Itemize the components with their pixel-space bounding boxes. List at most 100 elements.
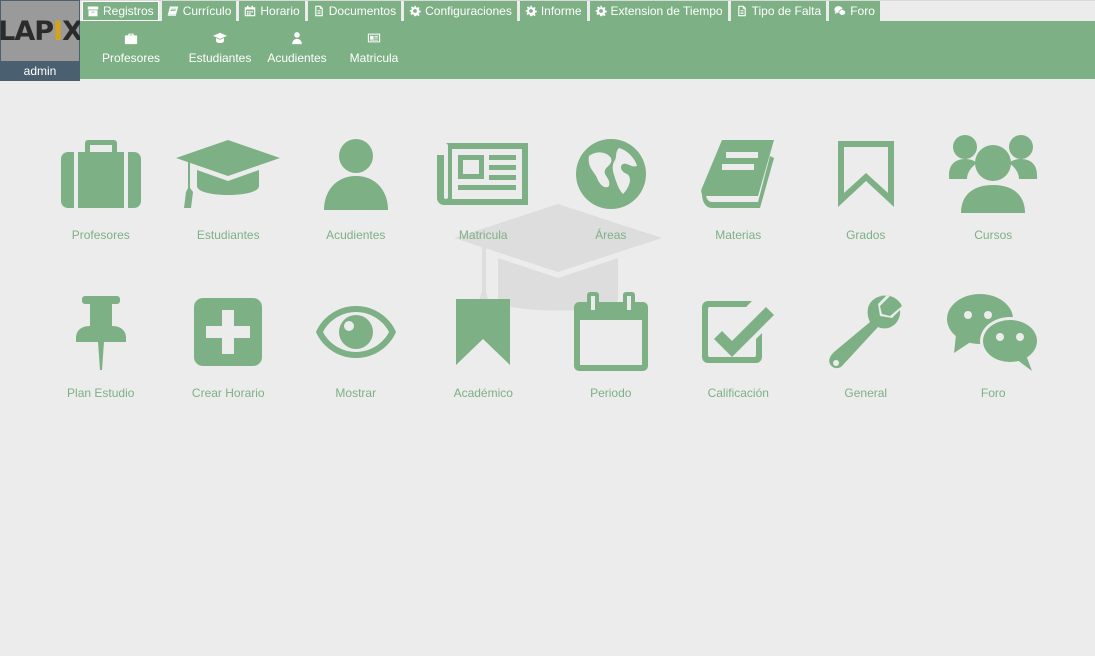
grid-row: Plan Estudio Crear Horario Mostrar Acadé… bbox=[37, 282, 1057, 440]
graduation-cap-icon bbox=[213, 32, 227, 43]
eye-icon bbox=[315, 306, 396, 358]
module-estudiantes[interactable]: Estudiantes bbox=[165, 124, 293, 282]
gear-icon bbox=[525, 5, 537, 17]
tab-horario[interactable]: Horario bbox=[239, 1, 305, 21]
gear-icon bbox=[595, 5, 607, 17]
module-label: General bbox=[844, 386, 888, 400]
newspaper-icon bbox=[367, 33, 381, 43]
calendar-icon bbox=[245, 5, 256, 17]
tab-extension-de-tiempo[interactable]: Extension de Tiempo bbox=[589, 1, 728, 21]
subnav-label: Acudientes bbox=[267, 51, 327, 65]
module-acudientes[interactable]: Acudientes bbox=[292, 124, 420, 282]
module-label: Académico bbox=[453, 386, 513, 400]
document-icon bbox=[314, 5, 323, 17]
subnav-item-acudientes[interactable]: Acudientes bbox=[267, 31, 327, 65]
icon-wrap bbox=[301, 124, 411, 224]
sub-navigation: Profesores Estudiantes Acudientes Matric… bbox=[90, 31, 422, 65]
graduation-cap-icon bbox=[176, 140, 281, 208]
module-cursos[interactable]: Cursos bbox=[930, 124, 1058, 282]
tab-documentos[interactable]: Documentos bbox=[307, 1, 402, 21]
user-icon bbox=[292, 32, 302, 45]
module-grados[interactable]: Grados bbox=[802, 124, 930, 282]
module-calificacion[interactable]: Calificación bbox=[675, 282, 803, 440]
main-tabs: Registros Currículo Horario Documentos C… bbox=[82, 1, 880, 21]
module-label: Crear Horario bbox=[191, 386, 265, 400]
subnav-item-profesores[interactable]: Profesores bbox=[90, 31, 172, 65]
wrench-icon bbox=[828, 295, 902, 369]
module-label: Cursos bbox=[974, 228, 1013, 242]
bookmark-icon bbox=[456, 299, 511, 365]
check-square-icon bbox=[702, 301, 775, 363]
module-mostrar[interactable]: Mostrar bbox=[292, 282, 420, 440]
sub-navigation-bar: Profesores Estudiantes Acudientes Matric… bbox=[80, 21, 1095, 79]
document-icon bbox=[737, 5, 746, 17]
module-label: Áreas bbox=[595, 228, 627, 242]
tab-label: Registros bbox=[103, 4, 154, 18]
icon-wrap bbox=[683, 282, 793, 382]
module-label: Mostrar bbox=[335, 386, 377, 400]
module-label: Periodo bbox=[590, 386, 632, 400]
module-plan-estudio[interactable]: Plan Estudio bbox=[37, 282, 165, 440]
tab-label: Configuraciones bbox=[425, 4, 512, 18]
icon-wrap bbox=[683, 124, 793, 224]
icon-wrap bbox=[556, 124, 666, 224]
module-general[interactable]: General bbox=[802, 282, 930, 440]
briefcase-icon bbox=[60, 140, 141, 208]
tab-tipo-de-falta[interactable]: Tipo de Falta bbox=[730, 1, 827, 21]
icon-wrap bbox=[938, 124, 1048, 224]
tab-curriculo[interactable]: Currículo bbox=[161, 1, 237, 21]
module-foro[interactable]: Foro bbox=[930, 282, 1058, 440]
tab-label: Extension de Tiempo bbox=[610, 4, 723, 18]
briefcase-icon bbox=[124, 33, 138, 45]
module-periodo[interactable]: Periodo bbox=[547, 282, 675, 440]
grid-row: Profesores Estudiantes Acudientes Matric… bbox=[37, 124, 1057, 282]
module-crear-horario[interactable]: Crear Horario bbox=[165, 282, 293, 440]
icon-wrap bbox=[301, 282, 411, 382]
subnav-item-matricula[interactable]: Matricula bbox=[326, 31, 422, 65]
tab-configuraciones[interactable]: Configuraciones bbox=[404, 1, 517, 21]
tab-label: Informe bbox=[540, 4, 582, 18]
module-grid: Profesores Estudiantes Acudientes Matric… bbox=[37, 124, 1057, 440]
user-icon bbox=[323, 139, 388, 210]
users-icon bbox=[949, 135, 1038, 213]
module-label: Matricula bbox=[458, 228, 508, 242]
module-label: Calificación bbox=[707, 386, 769, 400]
subnav-label: Profesores bbox=[101, 51, 161, 65]
app-logo[interactable]: LAPIX bbox=[0, 1, 83, 61]
tab-label: Currículo bbox=[182, 4, 232, 18]
icon-wrap bbox=[938, 282, 1048, 382]
module-academico[interactable]: Académico bbox=[420, 282, 548, 440]
tab-foro[interactable]: Foro bbox=[829, 1, 880, 21]
icon-wrap bbox=[46, 282, 156, 382]
module-areas[interactable]: Áreas bbox=[547, 124, 675, 282]
module-label: Foro bbox=[980, 386, 1006, 400]
logo-panel: LAPIX admin bbox=[0, 0, 83, 81]
archive-icon bbox=[87, 6, 99, 17]
subnav-item-estudiantes[interactable]: Estudiantes bbox=[172, 31, 268, 65]
newspaper-icon bbox=[437, 143, 529, 205]
chat-icon bbox=[947, 294, 1041, 371]
bookmark-outline-icon bbox=[837, 141, 894, 207]
module-matricula[interactable]: Matricula bbox=[420, 124, 548, 282]
icon-wrap bbox=[173, 124, 283, 224]
username-label: admin bbox=[23, 64, 57, 78]
chat-icon bbox=[834, 6, 847, 16]
subnav-label: Estudiantes bbox=[188, 51, 252, 65]
module-label: Estudiantes bbox=[196, 228, 260, 242]
tab-informe[interactable]: Informe bbox=[519, 1, 587, 21]
tab-label: Documentos bbox=[328, 4, 397, 18]
module-label: Grados bbox=[846, 228, 886, 242]
icon-wrap bbox=[173, 282, 283, 382]
module-materias[interactable]: Materias bbox=[675, 124, 803, 282]
icon-wrap bbox=[811, 124, 921, 224]
tab-label: Tipo de Falta bbox=[751, 4, 822, 18]
module-label: Profesores bbox=[71, 228, 130, 242]
calendar-icon bbox=[573, 292, 648, 371]
module-profesores[interactable]: Profesores bbox=[37, 124, 165, 282]
icon-wrap bbox=[46, 124, 156, 224]
pushpin-icon bbox=[75, 296, 126, 370]
tab-registros[interactable]: Registros bbox=[82, 1, 159, 21]
tab-label: Foro bbox=[850, 4, 875, 18]
module-label: Materias bbox=[715, 228, 762, 242]
gear-icon bbox=[409, 5, 421, 17]
